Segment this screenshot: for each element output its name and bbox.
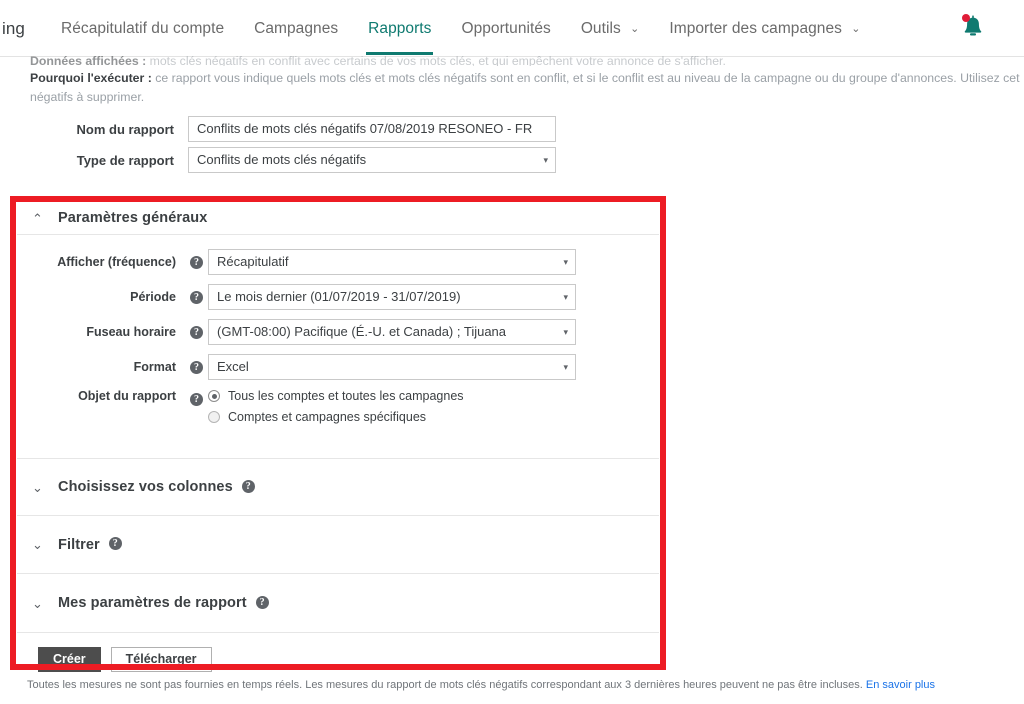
radio-label: Comptes et campagnes spécifiques	[228, 410, 427, 424]
footer-note-text: Toutes les mesures ne sont pas fournies …	[27, 679, 866, 691]
report-name-row: Nom du rapport Conflits de mots clés nég…	[0, 116, 556, 142]
report-name-label: Nom du rapport	[76, 121, 175, 137]
section-header-choisissez-vos-colonnes[interactable]: ⌄ Choisissez vos colonnes ?	[16, 459, 660, 515]
nav-label: Rapports	[368, 19, 432, 37]
field-row-periode: Période ? Le mois dernier (01/07/2019 - …	[16, 284, 660, 310]
action-button-bar: Créer Télécharger	[16, 633, 660, 682]
periode-select[interactable]: Le mois dernier (01/07/2019 - 31/07/2019…	[208, 284, 576, 310]
description-text-2: ce rapport vous indique quels mots clés …	[151, 71, 1020, 85]
report-type-value: Conflits de mots clés négatifs	[197, 152, 367, 167]
description-text-1: mots clés négatifs en conflit avec certa…	[146, 54, 726, 66]
report-type-row: Type de rapport Conflits de mots clés né…	[0, 147, 556, 173]
report-type-select[interactable]: Conflits de mots clés négatifs ▾	[188, 147, 556, 173]
section-title: Paramètres généraux	[58, 210, 208, 226]
chevron-down-icon: ▾	[563, 292, 568, 302]
description-line-data-shown: Données affichées : mots clés négatifs e…	[30, 52, 1024, 66]
nav-label: Campagnes	[254, 19, 339, 37]
report-description: Données affichées : mots clés négatifs e…	[30, 52, 1024, 107]
nav-item-rapports[interactable]: Rapports	[366, 19, 434, 55]
notification-badge-dot	[962, 14, 970, 22]
field-row-afficher-frequence: Afficher (fréquence) ? Récapitulatif ▾	[16, 249, 660, 275]
section-title: Mes paramètres de rapport	[58, 595, 247, 611]
chevron-up-icon: ⌃	[32, 210, 43, 226]
chevron-down-icon: ▾	[563, 257, 568, 267]
report-type-label: Type de rapport	[76, 152, 174, 168]
notifications-bell-button[interactable]	[960, 13, 986, 41]
description-line-3: négatifs à supprimer.	[30, 90, 145, 104]
brand-fragment: ing	[2, 18, 25, 38]
radio-option-specific-accounts[interactable]: Comptes et campagnes spécifiques	[208, 410, 464, 424]
field-value: Récapitulatif	[217, 254, 289, 269]
field-row-objet-du-rapport: Objet du rapport ? Tous les comptes et t…	[16, 389, 660, 431]
report-name-input[interactable]: Conflits de mots clés négatifs 07/08/201…	[188, 116, 556, 142]
radio-label: Tous les comptes et toutes les campagnes	[228, 389, 464, 403]
chevron-down-icon: ⌄	[32, 479, 43, 495]
help-icon[interactable]: ?	[108, 537, 122, 550]
nav-item-importer-des-campagnes[interactable]: Importer des campagnes ⌄	[669, 20, 860, 38]
fuseau-horaire-select[interactable]: (GMT-08:00) Pacifique (É.-U. et Canada) …	[208, 319, 576, 345]
radio-indicator	[208, 390, 220, 402]
nav-label: Importer des campagnes	[669, 19, 842, 37]
description-line-why-run: Pourquoi l'exécuter : ce rapport vous in…	[30, 69, 1024, 88]
field-value: Excel	[217, 359, 249, 374]
field-row-fuseau-horaire: Fuseau horaire ? (GMT-08:00) Pacifique (…	[16, 319, 660, 345]
afficher-frequence-select[interactable]: Récapitulatif ▾	[208, 249, 576, 275]
general-settings-body: Afficher (fréquence) ? Récapitulatif ▾ P…	[16, 235, 660, 458]
nav-item-opportunites[interactable]: Opportunités	[461, 20, 550, 38]
field-label: Format	[133, 360, 176, 374]
chevron-down-icon: ▾	[563, 327, 568, 337]
nav-label: Opportunités	[461, 19, 551, 37]
radio-option-all-accounts[interactable]: Tous les comptes et toutes les campagnes	[208, 389, 464, 403]
field-row-format: Format ? Excel ▾	[16, 354, 660, 380]
section-title: Choisissez vos colonnes	[58, 479, 233, 495]
help-icon[interactable]: ?	[255, 595, 269, 609]
description-lead-1: Données affichées :	[30, 54, 147, 66]
footer-note: Toutes les mesures ne sont pas fournies …	[27, 679, 935, 691]
radio-indicator	[208, 411, 220, 423]
section-header-parametres-generaux[interactable]: ⌃ Paramètres généraux	[16, 202, 660, 234]
section-header-filtrer[interactable]: ⌄ Filtrer ?	[16, 516, 660, 573]
field-label: Fuseau horaire	[86, 325, 176, 339]
chevron-down-icon: ⌄	[32, 595, 43, 611]
format-select[interactable]: Excel ▾	[208, 354, 576, 380]
nav-item-campagnes[interactable]: Campagnes	[254, 20, 338, 38]
help-icon[interactable]: ?	[190, 291, 203, 304]
chevron-down-icon: ⌄	[851, 22, 861, 35]
section-title: Filtrer	[58, 536, 100, 553]
field-value: (GMT-08:00) Pacifique (É.-U. et Canada) …	[217, 324, 507, 339]
help-icon[interactable]: ?	[190, 361, 203, 374]
top-navigation-bar: ing Récapitulatif du compte Campagnes Ra…	[0, 0, 1024, 57]
chevron-down-icon: ⌄	[32, 537, 43, 552]
chevron-down-icon: ▾	[543, 155, 548, 165]
field-label: Afficher (fréquence)	[57, 255, 176, 269]
help-icon[interactable]: ?	[190, 326, 203, 339]
field-label: Objet du rapport	[78, 389, 176, 403]
learn-more-link[interactable]: En savoir plus	[866, 679, 935, 691]
nav-item-recapitulatif-du-compte[interactable]: Récapitulatif du compte	[61, 20, 224, 38]
chevron-down-icon: ⌄	[630, 22, 640, 35]
help-icon[interactable]: ?	[241, 479, 255, 493]
help-icon[interactable]: ?	[190, 393, 203, 406]
nav-label: Outils	[580, 19, 621, 37]
page-root: ing Récapitulatif du compte Campagnes Ra…	[0, 0, 1024, 704]
description-lead-2: Pourquoi l'exécuter :	[30, 71, 152, 85]
create-button[interactable]: Créer	[38, 647, 101, 672]
download-button[interactable]: Télécharger	[110, 647, 212, 672]
chevron-down-icon: ▾	[563, 362, 568, 372]
field-label: Période	[130, 290, 176, 304]
help-icon[interactable]: ?	[190, 256, 203, 269]
nav-item-outils[interactable]: Outils ⌄	[581, 20, 640, 38]
report-settings-card: ⌃ Paramètres généraux Afficher (fréquenc…	[16, 202, 660, 682]
field-value: Le mois dernier (01/07/2019 - 31/07/2019…	[217, 289, 461, 304]
nav-label: Récapitulatif du compte	[61, 19, 225, 37]
report-scope-radio-group: Tous les comptes et toutes les campagnes…	[208, 389, 464, 431]
section-header-mes-parametres-de-rapport[interactable]: ⌄ Mes paramètres de rapport ?	[16, 574, 660, 632]
